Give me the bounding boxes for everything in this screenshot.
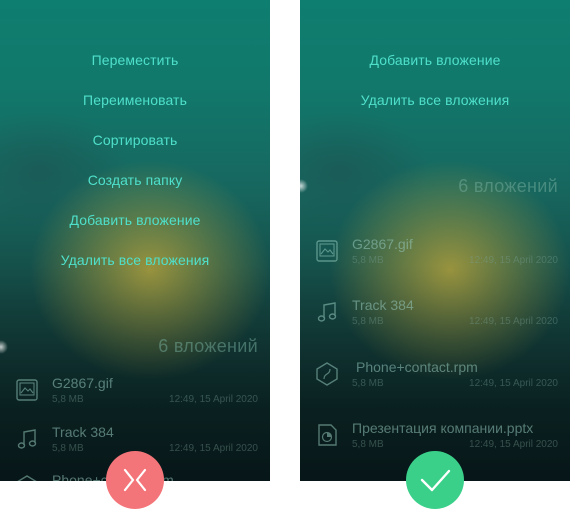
file-name: Презентация компании.pptx [352,420,534,436]
menu-item-delete-all-attachments[interactable]: Удалить все вложения [300,91,570,109]
file-date: 12:49, 15 April 2020 [469,316,558,327]
file-name: Track 384 [352,297,414,313]
file-name: G2867.gif [52,375,113,391]
file-date: 12:49, 15 April 2020 [169,443,258,454]
list-item[interactable]: G2867.gif 5,8 MB 12:49, 15 April 2020 [0,375,270,425]
incorrect-badge [106,451,164,509]
list-item[interactable]: G2867.gif 5,8 MB 12:49, 15 April 2020 [300,236,570,286]
file-name: G2867.gif [352,236,413,252]
image-file-icon [316,240,338,262]
left-screen: Переместить Переименовать Сортировать Со… [0,0,270,481]
attachments-count-header: 6 вложений [458,176,558,196]
check-icon [420,469,451,492]
presentation-file-icon [318,424,337,446]
file-date: 12:49, 15 April 2020 [469,378,558,389]
file-size: 5,8 MB [52,443,84,454]
list-item[interactable]: Track 384 5,8 MB 12:49, 15 April 2020 [300,297,570,347]
menu-item-rename[interactable]: Переименовать [0,91,270,109]
file-name: Track 384 [52,424,114,440]
file-date: 12:49, 15 April 2020 [469,255,558,266]
music-note-icon [317,302,337,322]
file-size: 5,8 MB [52,394,84,405]
file-name: Phone+contact.rpm [356,359,478,375]
right-screen: Добавить вложение Удалить все вложения 6… [300,0,570,481]
menu-item-add-attachment[interactable]: Добавить вложение [300,51,570,69]
music-note-icon [17,429,37,449]
cross-icon [123,468,147,492]
menu-item-create-folder[interactable]: Создать папку [0,171,270,189]
list-item[interactable]: Phone+contact.rpm 5,8 MB 12:49, 15 April… [300,359,570,409]
file-size: 5,8 MB [352,378,384,389]
app-file-icon [17,475,37,481]
image-file-icon [16,379,38,401]
attachments-count-header: 6 вложений [158,336,258,356]
app-file-icon [316,362,338,386]
file-date: 12:49, 15 April 2020 [169,394,258,405]
file-size: 5,8 MB [352,255,384,266]
menu-item-move[interactable]: Переместить [0,51,270,69]
menu-item-delete-all-attachments[interactable]: Удалить все вложения [0,251,270,269]
menu-item-add-attachment[interactable]: Добавить вложение [0,211,270,229]
file-date: 12:49, 15 April 2020 [469,439,558,450]
correct-badge [406,451,464,509]
file-size: 5,8 MB [352,316,384,327]
file-size: 5,8 MB [352,439,384,450]
menu-item-sort[interactable]: Сортировать [0,131,270,149]
